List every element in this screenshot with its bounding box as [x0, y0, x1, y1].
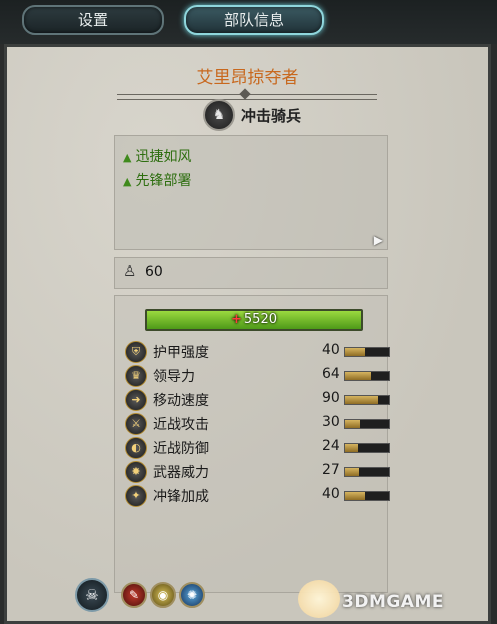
- stat-row-speed[interactable]: ➜ 移动速度 90: [125, 388, 390, 412]
- unit-class-label: 冲击骑兵: [241, 107, 302, 125]
- stat-value: 27: [322, 462, 340, 478]
- stat-bar-fill: [345, 492, 365, 500]
- stat-value: 64: [322, 366, 340, 382]
- unit-name: 艾里昂掠夺者: [196, 68, 299, 88]
- trait-label: 迅捷如风: [135, 149, 192, 165]
- skull-ability-icon[interactable]: ☠: [75, 578, 109, 612]
- stat-bar-fill: [345, 396, 378, 404]
- stat-row-melee-defence[interactable]: ◐ 近战防御 24: [125, 436, 390, 460]
- stat-row-weapon-strength[interactable]: ✸ 武器威力 27: [125, 460, 390, 484]
- stat-value: 30: [322, 414, 340, 430]
- health-bar[interactable]: +5520: [145, 309, 363, 331]
- watermark-logo-icon: [298, 580, 340, 618]
- stat-name: 近战攻击: [153, 417, 209, 433]
- stat-bar: [344, 371, 390, 381]
- trait-item[interactable]: ▲ 迅捷如风: [123, 146, 191, 166]
- health-text: +5520: [147, 311, 361, 329]
- stat-row-melee-attack[interactable]: ⚔ 近战攻击 30: [125, 412, 390, 436]
- melee-defence-icon: ◐: [125, 437, 147, 459]
- stat-bar-fill: [345, 444, 359, 452]
- green-triangle-icon: ▲: [123, 151, 132, 164]
- charge-bonus-icon: ✦: [125, 485, 147, 507]
- unit-size-value: 60: [145, 264, 163, 280]
- watermark-text: 3DMGAME: [342, 592, 444, 612]
- trait-label: 先锋部署: [135, 173, 192, 189]
- stat-name: 武器威力: [153, 465, 209, 481]
- stat-bar-fill: [345, 420, 361, 428]
- stat-name: 移动速度: [153, 393, 209, 409]
- fire-ability-icon[interactable]: ✎: [121, 582, 147, 608]
- blue-ability-icon[interactable]: ✺: [179, 582, 205, 608]
- soldier-icon: ♙: [123, 262, 137, 280]
- stat-name: 领导力: [153, 369, 195, 385]
- stat-row-leadership[interactable]: ♛ 领导力 64: [125, 364, 390, 388]
- stat-row-armor[interactable]: ⛨ 护甲强度 40: [125, 340, 390, 364]
- green-triangle-icon: ▲: [123, 175, 132, 188]
- expand-arrow-icon[interactable]: ▶: [374, 233, 383, 247]
- eye-ability-icon[interactable]: ◉: [150, 582, 176, 608]
- weapon-strength-icon: ✸: [125, 461, 147, 483]
- stat-bar-fill: [345, 372, 372, 380]
- stat-bar: [344, 491, 390, 501]
- stat-bar: [344, 467, 390, 477]
- traits-box: ▲ 迅捷如风 ▲ 先锋部署 ▶: [114, 135, 388, 250]
- trait-item[interactable]: ▲ 先锋部署: [123, 170, 191, 190]
- stat-value: 40: [322, 486, 340, 502]
- stat-bar: [344, 419, 390, 429]
- stats-box: +5520 ⛨ 护甲强度 40 ♛ 领导力 64 ➜ 移动速度 90 ⚔ 近战攻…: [114, 295, 390, 593]
- tab-settings[interactable]: 设置: [22, 5, 164, 35]
- melee-attack-icon: ⚔: [125, 413, 147, 435]
- stat-bar: [344, 443, 390, 453]
- health-value: 5520: [243, 312, 277, 327]
- stat-row-charge-bonus[interactable]: ✦ 冲锋加成 40: [125, 484, 390, 508]
- stat-bar: [344, 347, 390, 357]
- title-divider: [117, 94, 377, 100]
- stat-name: 护甲强度: [153, 345, 209, 361]
- stat-bar: [344, 395, 390, 405]
- stat-value: 40: [322, 342, 340, 358]
- tab-unit-info[interactable]: 部队信息: [184, 5, 324, 35]
- leadership-icon: ♛: [125, 365, 147, 387]
- stat-name: 近战防御: [153, 441, 209, 457]
- stat-bar-fill: [345, 348, 365, 356]
- health-plus-icon: +: [231, 312, 242, 327]
- armor-icon: ⛨: [125, 341, 147, 363]
- stat-value: 90: [322, 390, 340, 406]
- unit-info-panel: 艾里昂掠夺者 ♞ 冲击骑兵 ▲ 迅捷如风 ▲ 先锋部署 ▶ ♙ 60 +5520 ⛨…: [4, 44, 491, 624]
- speed-icon: ➜: [125, 389, 147, 411]
- top-tab-bar: 设置 部队信息: [0, 0, 497, 44]
- cavalry-icon: ♞: [203, 99, 235, 131]
- unit-size-row: ♙ 60: [114, 257, 388, 289]
- stat-bar-fill: [345, 468, 360, 476]
- stat-name: 冲锋加成: [153, 489, 209, 505]
- stat-value: 24: [322, 438, 340, 454]
